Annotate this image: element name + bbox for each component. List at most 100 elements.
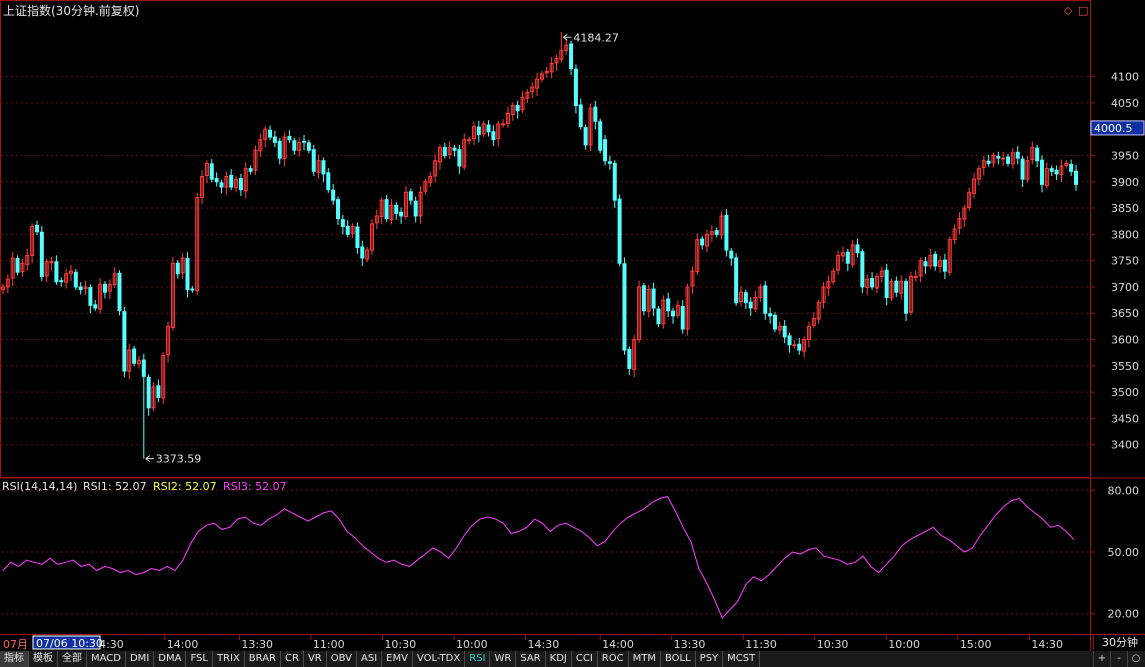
highest-price-label: 4184.27	[573, 31, 619, 44]
candle-body	[272, 136, 277, 143]
x-tick-label: 14:30	[1031, 638, 1063, 651]
tab-wr[interactable]: WR	[490, 651, 517, 667]
x-tick-label: 11:00	[313, 638, 345, 651]
rsi-tick-label: 50.00	[1108, 546, 1140, 559]
tab-psy[interactable]: PSY	[696, 651, 724, 667]
candle-body	[1020, 158, 1025, 180]
x-tick-label: 14:30	[528, 638, 560, 651]
tab-指标[interactable]: 指标	[0, 651, 29, 667]
tab-asi[interactable]: ASI	[357, 651, 383, 667]
rsi-tick-label: 80.00	[1108, 484, 1140, 497]
tab-emv[interactable]: EMV	[382, 651, 413, 667]
candle-body	[34, 224, 39, 233]
candle-body	[700, 238, 705, 246]
tab-kdj[interactable]: KDJ	[546, 651, 572, 667]
lowest-price-label: 3373.59	[156, 453, 202, 466]
candle-body	[1049, 168, 1054, 172]
tab-cr[interactable]: CR	[281, 651, 304, 667]
tab-trix[interactable]: TRIX	[213, 651, 245, 667]
restore-button[interactable]: ◇	[1064, 5, 1072, 17]
candle-body	[772, 314, 777, 330]
cursor-time-label: 07/06 10:30	[36, 637, 103, 650]
x-tick-label: 10:00	[456, 638, 488, 651]
x-tick-label: 13:30	[241, 638, 273, 651]
candle-body	[782, 325, 787, 338]
candle-body	[141, 359, 146, 377]
price-tick-label: 3750	[1111, 255, 1139, 268]
zoom-in-button[interactable]: +	[1093, 651, 1110, 667]
candle-body	[666, 298, 671, 312]
tab-vr[interactable]: VR	[304, 651, 327, 667]
candle-body	[598, 121, 603, 151]
candle-body	[384, 199, 389, 220]
candle-body	[102, 283, 107, 293]
period-selector[interactable]: 30分钟	[1093, 635, 1145, 650]
candle-body	[913, 275, 918, 278]
tab-obv[interactable]: OBV	[327, 651, 357, 667]
candle-body	[413, 200, 418, 217]
tab-mcst[interactable]: MCST	[723, 651, 761, 667]
price-tick-label: 3600	[1111, 334, 1139, 347]
rsi3-line	[2, 495, 1075, 619]
candle-body	[88, 286, 93, 306]
candle-body	[607, 161, 612, 164]
candle-body	[355, 226, 360, 248]
candle-body	[1006, 156, 1011, 164]
candle-body	[175, 262, 180, 275]
tab-macd[interactable]: MACD	[87, 651, 126, 667]
candle-body	[486, 124, 491, 133]
chart-window: { "title": "上证指数(30分钟.前复权)", "window_con…	[0, 0, 1145, 667]
price-tick-label: 3700	[1111, 281, 1139, 294]
tab-模板[interactable]: 模板	[29, 651, 58, 667]
candle-body	[1040, 159, 1045, 185]
tab-dma[interactable]: DMA	[154, 651, 187, 667]
candle-body	[93, 304, 98, 309]
price-tick-label: 3400	[1111, 439, 1139, 452]
candle-body	[573, 68, 578, 107]
tab-mtm[interactable]: MTM	[629, 651, 661, 667]
candle-body	[933, 253, 938, 267]
candle-body	[680, 305, 685, 330]
fit-button[interactable]: ○	[1127, 651, 1144, 667]
candle-body	[996, 156, 1001, 159]
candle-body	[209, 163, 214, 180]
candle-body	[491, 131, 496, 141]
candle-body	[476, 126, 481, 135]
x-tick-label: 14:00	[167, 638, 199, 651]
candle-body	[593, 106, 598, 122]
candle-body	[457, 149, 462, 167]
price-tick-label: 3550	[1111, 360, 1139, 373]
price-tick-label: 4100	[1111, 71, 1139, 84]
candle-body	[117, 272, 122, 312]
tab-全部[interactable]: 全部	[58, 651, 87, 667]
candle-body	[792, 344, 797, 347]
close-button[interactable]: □	[1078, 5, 1088, 17]
candle-body	[942, 259, 947, 272]
tab-boll[interactable]: BOLL	[661, 651, 696, 667]
tab-sar[interactable]: SAR	[516, 651, 546, 667]
rsi-legend-item: RSI(14,14,14)	[2, 480, 77, 493]
tab-cci[interactable]: CCI	[572, 651, 598, 667]
tab-brar[interactable]: BRAR	[245, 651, 281, 667]
price-tick-label: 3500	[1111, 386, 1139, 399]
tab-roc[interactable]: ROC	[598, 651, 629, 667]
candle-body	[724, 214, 729, 251]
x-tick-label: 10:30	[817, 638, 849, 651]
candle-body	[763, 285, 768, 314]
candle-body	[923, 261, 928, 267]
tab-rsi[interactable]: RSI	[465, 651, 491, 667]
chart-title: 上证指数(30分钟.前复权)	[3, 4, 140, 18]
x-tick-label: 13:30	[674, 638, 706, 651]
candle-body	[442, 147, 447, 156]
zoom-out-button[interactable]: -	[1110, 651, 1127, 667]
price-tick-label: 3800	[1111, 228, 1139, 241]
rsi-legend-item: RSI1: 52.07	[83, 480, 147, 493]
candle-body	[768, 313, 773, 317]
candle-body	[467, 139, 472, 142]
candle-body	[336, 199, 341, 220]
tab-dmi[interactable]: DMI	[126, 651, 155, 667]
tab-fsl[interactable]: FSL	[186, 651, 213, 667]
candle-body	[1001, 157, 1006, 160]
candle-body	[603, 139, 608, 162]
tab-vol-tdx[interactable]: VOL-TDX	[413, 651, 466, 667]
